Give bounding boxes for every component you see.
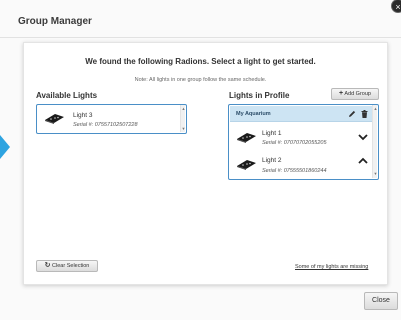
chevron-down-icon[interactable]	[358, 134, 368, 141]
headline: We found the following Radions. Select a…	[85, 57, 316, 66]
scrollbar[interactable]: ▲ ▼	[372, 105, 377, 178]
light-name: Light 1	[262, 130, 282, 137]
list-item[interactable]: Light 3 Serial #: 07557102507228	[37, 105, 180, 133]
light-serial: Serial #: 07555501860244	[262, 168, 327, 174]
light-serial: Serial #: 07070702055205	[262, 140, 327, 146]
profile-lights-list[interactable]: My Aquarium Light 1 Serial #: 0707070205…	[228, 104, 379, 180]
scroll-down-icon[interactable]: ▼	[373, 171, 378, 176]
radion-light-icon	[237, 160, 256, 170]
clear-selection-button[interactable]: ↻ Clear Selection	[36, 260, 98, 272]
list-item[interactable]: Light 1 Serial #: 07070702055205	[229, 124, 372, 150]
light-name: Light 2	[262, 157, 282, 164]
dialog-title: Group Manager	[18, 16, 92, 27]
pencil-icon[interactable]	[348, 110, 356, 118]
add-group-label: Add Group	[344, 91, 371, 97]
scrollbar[interactable]: ▲ ▼	[180, 105, 185, 132]
scroll-up-icon[interactable]: ▲	[373, 106, 378, 111]
close-icon[interactable]: ×	[391, 0, 401, 13]
group-name: My Aquarium	[236, 111, 271, 117]
profile-lights-title: Lights in Profile	[229, 91, 290, 100]
title-divider	[0, 37, 401, 38]
radion-light-icon	[237, 133, 256, 143]
available-lights-title: Available Lights	[36, 91, 98, 100]
schedule-note: Note: All lights in one group follow the…	[134, 77, 267, 83]
light-serial: Serial #: 07557102507228	[73, 122, 138, 128]
close-button[interactable]: Close	[364, 292, 398, 310]
refresh-icon: ↻	[44, 262, 51, 269]
pointer-arrow-icon	[0, 135, 10, 159]
light-name: Light 3	[73, 112, 93, 119]
list-item[interactable]: Light 2 Serial #: 07555501860244	[229, 150, 372, 178]
trash-icon[interactable]	[361, 110, 368, 118]
scroll-down-icon[interactable]: ▼	[181, 126, 186, 131]
add-group-button[interactable]: + Add Group	[331, 88, 379, 100]
clear-selection-label: Clear Selection	[52, 263, 90, 269]
group-manager-dialog: Group Manager × We found the following R…	[0, 0, 401, 320]
group-header[interactable]: My Aquarium	[230, 106, 373, 122]
missing-lights-link[interactable]: Some of my lights are missing	[295, 264, 368, 270]
radion-light-icon	[45, 114, 64, 124]
plus-icon: +	[339, 90, 344, 97]
chevron-up-icon[interactable]	[358, 157, 368, 164]
available-lights-list[interactable]: Light 3 Serial #: 07557102507228 ▲ ▼	[36, 104, 187, 134]
scroll-up-icon[interactable]: ▲	[181, 106, 186, 111]
